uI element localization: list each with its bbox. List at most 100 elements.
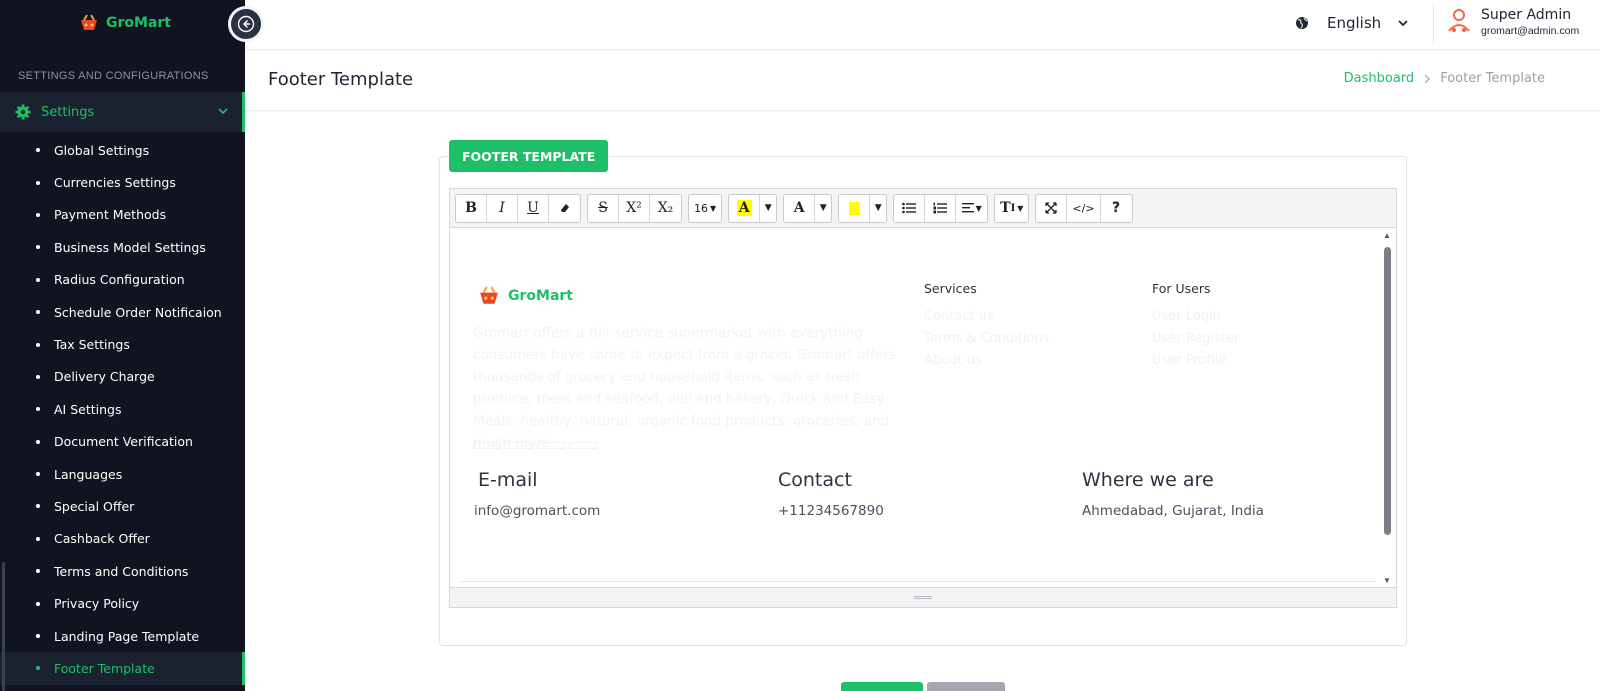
sidebar-item-label: Special Offer <box>54 498 135 514</box>
breadcrumb-dashboard-link[interactable]: Dashboard <box>1344 71 1415 87</box>
social-link[interactable] <box>569 442 597 449</box>
sidebar-scrollbar[interactable] <box>2 562 5 691</box>
highlight-color-button[interactable]: A <box>729 194 761 222</box>
sidebar-item-payment-methods[interactable]: Payment Methods <box>0 199 245 231</box>
for-users-heading: For Users <box>1152 281 1211 296</box>
editor-content-area[interactable]: GroMart Gromart offers a full-service su… <box>450 229 1396 587</box>
footer-description: Gromart offers a full-service supermarke… <box>473 325 896 451</box>
sidebar-item-schedule-order[interactable]: Schedule Order Notificaion <box>0 296 245 328</box>
page-header: Footer Template Dashboard Footer Templat… <box>245 51 1600 111</box>
font-color-button[interactable]: A <box>784 194 816 222</box>
editor-scrollbar[interactable]: ▲ ▼ <box>1382 231 1392 585</box>
footer-template-tab: FOOTER TEMPLATE <box>449 140 609 172</box>
social-link[interactable] <box>505 442 533 449</box>
bullet-icon <box>36 212 40 217</box>
sidebar-collapse-button[interactable] <box>228 6 264 42</box>
bullet-icon <box>36 277 40 282</box>
fullscreen-icon <box>1045 202 1058 214</box>
scroll-thumb[interactable] <box>1384 247 1391 535</box>
bullet-icon <box>36 407 40 412</box>
save-button[interactable] <box>841 682 923 691</box>
bullet-icon <box>36 310 40 315</box>
sidebar-item-terms[interactable]: Terms and Conditions <box>0 555 245 587</box>
fullscreen-button[interactable] <box>1036 194 1068 222</box>
rich-text-editor: B I U S X² X₂ 16 ▼ A ▼ A ▼ ▼ ▼ T I ▼ </>… <box>449 188 1397 608</box>
numbered-list-icon <box>933 202 948 214</box>
eraser-button[interactable] <box>549 195 580 222</box>
for-users-link[interactable]: User Profile <box>1152 350 1239 372</box>
bullet-icon <box>36 342 40 347</box>
font-size-group: 16 ▼ <box>688 193 723 223</box>
sidebar-item-footer-template[interactable]: Footer Template <box>0 652 245 685</box>
for-users-link[interactable]: User Login <box>1152 306 1239 328</box>
sidebar-item-business-model[interactable]: Business Model Settings <box>0 231 245 263</box>
help-button[interactable]: ? <box>1101 195 1132 222</box>
background-color-button[interactable] <box>839 194 871 222</box>
list-group: ▼ <box>893 193 989 223</box>
bullet-icon <box>36 666 40 671</box>
superscript-button[interactable]: X² <box>619 194 650 222</box>
sidebar-item-languages[interactable]: Languages <box>0 458 245 490</box>
user-menu[interactable]: Super Admin gromart@admin.com <box>1447 7 1579 37</box>
sidebar-item-label: Terms and Conditions <box>54 563 189 579</box>
sidebar-item-radius[interactable]: Radius Configuration <box>0 264 245 296</box>
sidebar-group-label: Settings <box>41 104 95 120</box>
view-group: </> ? <box>1035 193 1133 223</box>
bullet-icon <box>36 601 40 606</box>
location-heading: Where we are <box>1082 469 1214 491</box>
for-users-link[interactable]: User Register <box>1152 328 1239 350</box>
sidebar-item-privacy[interactable]: Privacy Policy <box>0 587 245 619</box>
sidebar-item-document-verification[interactable]: Document Verification <box>0 426 245 458</box>
sidebar-item-cashback-offer[interactable]: Cashback Offer <box>0 523 245 555</box>
caret-down-icon: ▼ <box>764 203 772 213</box>
sidebar-item-global-settings[interactable]: Global Settings <box>0 134 245 166</box>
align-dropdown[interactable]: ▼ <box>956 195 987 222</box>
services-link[interactable]: Contact us <box>924 306 1050 328</box>
breadcrumb: Dashboard Footer Template <box>1344 71 1545 87</box>
social-link[interactable] <box>473 442 501 449</box>
sidebar-item-label: Privacy Policy <box>54 596 140 612</box>
brand-name: GroMart <box>106 15 171 31</box>
chevron-right-icon <box>1424 74 1431 84</box>
language-selector[interactable]: English <box>1295 14 1409 32</box>
topbar: English Super Admin gromart@admin.com <box>245 0 1600 50</box>
caret-down-icon: ▼ <box>819 203 827 213</box>
underline-button[interactable]: U <box>518 194 549 222</box>
line-height-dropdown[interactable]: T I ▼ <box>995 195 1028 222</box>
sidebar-item-delivery-charge[interactable]: Delivery Charge <box>0 361 245 393</box>
services-link[interactable]: About us <box>924 350 1050 372</box>
font-color-dropdown[interactable]: ▼ <box>815 195 831 222</box>
code-view-button[interactable]: </> <box>1067 194 1101 222</box>
highlight-color-dropdown[interactable]: ▼ <box>760 195 776 222</box>
unordered-list-button[interactable] <box>894 194 926 222</box>
bold-button[interactable]: B <box>456 194 487 222</box>
italic-button[interactable]: I <box>487 194 518 222</box>
strikethrough-button[interactable]: S <box>588 194 619 222</box>
sidebar-item-ai-settings[interactable]: AI Settings <box>0 393 245 425</box>
caret-down-icon: ▼ <box>710 203 717 213</box>
reset-button[interactable] <box>927 682 1005 691</box>
caret-down-icon: ▼ <box>1017 203 1024 213</box>
sidebar-item-label: Tax Settings <box>54 337 130 353</box>
footer-services-column: Services Contact us Terms & Conditions A… <box>924 281 1050 372</box>
sidebar-item-currencies[interactable]: Currencies Settings <box>0 166 245 198</box>
social-link[interactable] <box>537 442 565 449</box>
contact-heading: Contact <box>778 469 852 491</box>
background-color-dropdown[interactable]: ▼ <box>870 195 886 222</box>
sidebar-item-special-offer[interactable]: Special Offer <box>0 490 245 522</box>
sidebar-group-settings[interactable]: Settings <box>0 92 245 132</box>
brand-logo[interactable]: GroMart <box>78 14 171 32</box>
ordered-list-button[interactable] <box>925 194 957 222</box>
scroll-down-icon[interactable]: ▼ <box>1383 576 1391 585</box>
editor-resize-handle[interactable] <box>450 587 1396 607</box>
subscript-button[interactable]: X₂ <box>650 195 681 222</box>
sidebar-item-label: AI Settings <box>54 401 122 417</box>
scroll-up-icon[interactable]: ▲ <box>1383 231 1391 240</box>
font-size-dropdown[interactable]: 16 ▼ <box>689 195 721 222</box>
services-link[interactable]: Terms & Conditions <box>924 328 1050 350</box>
sidebar-item-landing-page[interactable]: Landing Page Template <box>0 620 245 652</box>
sidebar-item-label: Schedule Order Notificaion <box>54 304 222 320</box>
sidebar-item-tax[interactable]: Tax Settings <box>0 328 245 360</box>
eraser-icon <box>560 204 569 212</box>
basket-logo-icon <box>81 14 97 30</box>
